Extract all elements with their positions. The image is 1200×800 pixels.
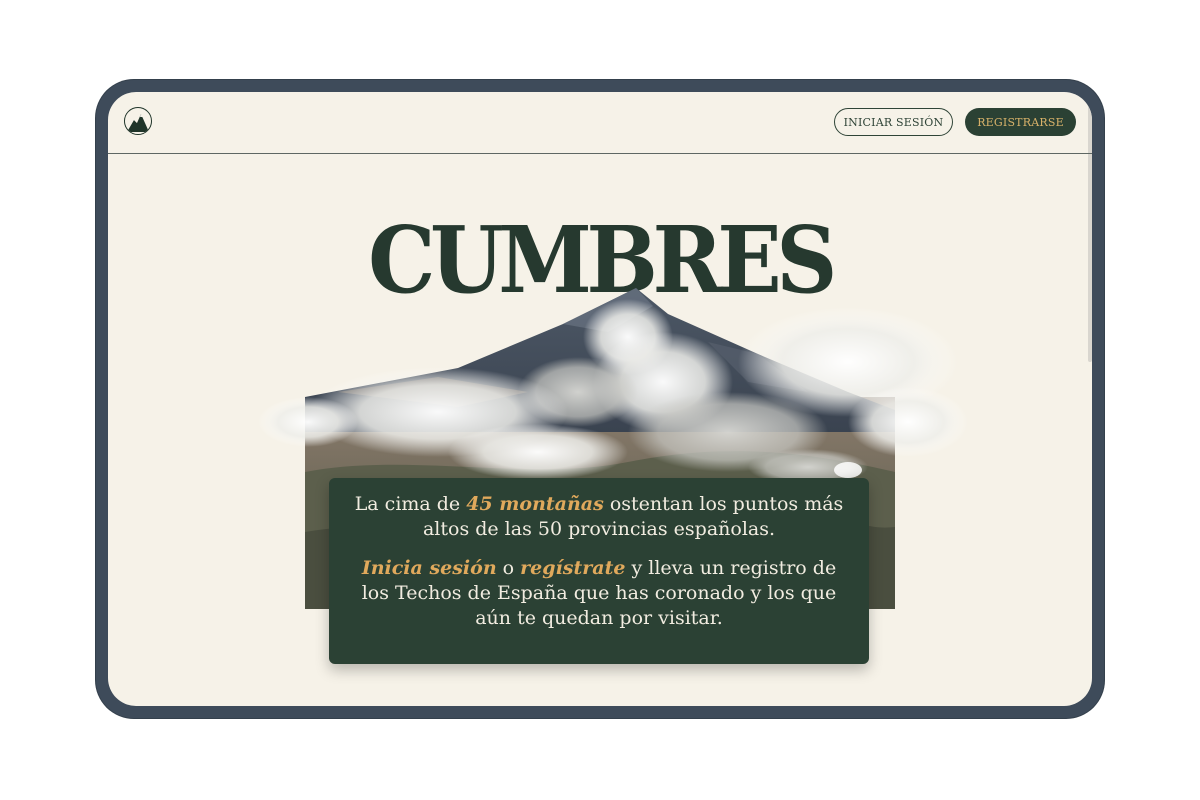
highlight-45-mountains: 45 montañas bbox=[466, 493, 604, 515]
info-card: La cima de 45 montañas ostentan los punt… bbox=[329, 478, 869, 664]
info-paragraph-2: Inicia sesión o regístrate y lleva un re… bbox=[361, 557, 837, 629]
info-paragraph-1: La cima de 45 montañas ostentan los punt… bbox=[354, 493, 844, 540]
register-inline-link[interactable]: regístrate bbox=[520, 557, 625, 579]
login-inline-link[interactable]: Inicia sesión bbox=[362, 557, 497, 579]
device-frame: INICIAR SESIÓN REGISTRARSE CUMBRES La ci… bbox=[96, 80, 1104, 718]
browser-screen: INICIAR SESIÓN REGISTRARSE CUMBRES La ci… bbox=[108, 92, 1092, 706]
